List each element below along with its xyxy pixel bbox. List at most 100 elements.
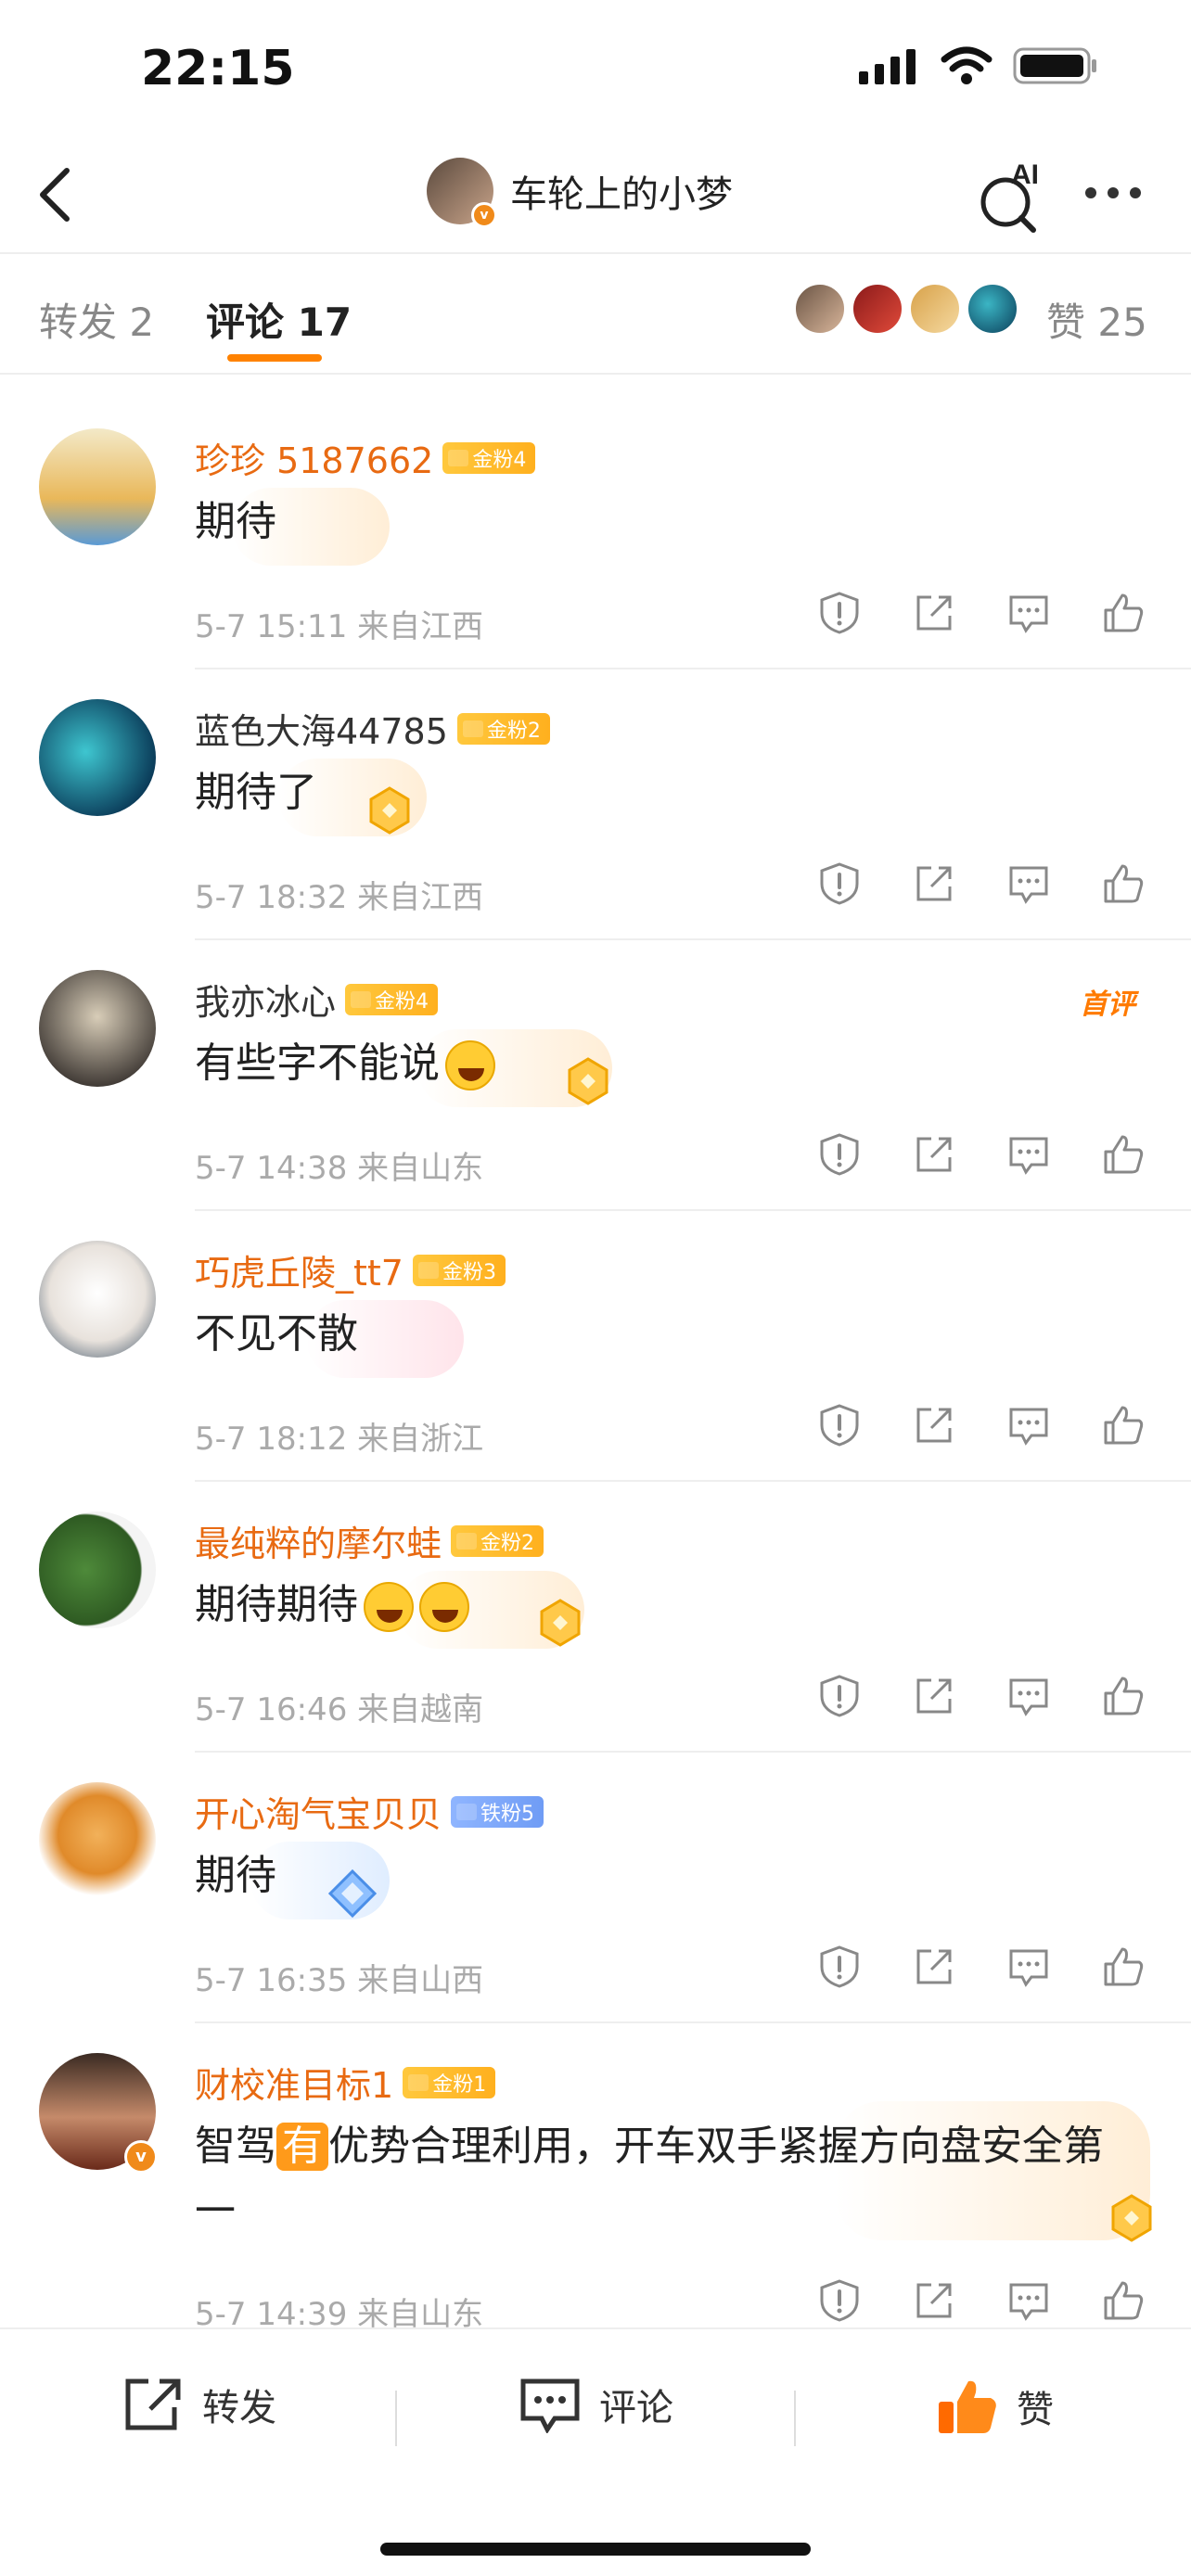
liker-avatar — [966, 282, 1019, 336]
comment-meta: 5-7 18:32 来自江西 — [195, 879, 484, 916]
crown-icon — [448, 449, 469, 466]
verified-badge-icon: v — [124, 2140, 158, 2174]
commenter-avatar[interactable] — [39, 1782, 156, 1899]
tab-likes[interactable]: 赞 25 — [1046, 291, 1147, 348]
share-icon[interactable] — [911, 1673, 957, 1719]
commenter-name[interactable]: 财校准目标1 — [195, 2057, 393, 2108]
share-icon[interactable] — [911, 2277, 957, 2324]
fan-badge[interactable]: 金粉1 — [403, 2066, 496, 2098]
comment-item: 最纯粹的摩尔蛙 金粉2 期待期待 5-7 16:46 来自越南 — [0, 1482, 1191, 1753]
share-icon[interactable] — [911, 1131, 957, 1178]
author-name[interactable]: 车轮上的小梦 — [510, 164, 733, 218]
reply-icon[interactable] — [1005, 590, 1052, 636]
reply-icon[interactable] — [1005, 1673, 1052, 1719]
author-avatar[interactable]: v — [427, 158, 497, 228]
comment-item: 开心淘气宝贝贝 铁粉5 期待 5-7 16:35 来自山西 — [0, 1753, 1191, 2023]
liked-thumb-icon — [939, 2380, 996, 2433]
like-icon[interactable] — [1100, 861, 1146, 907]
report-icon[interactable] — [816, 2277, 863, 2324]
first-comment-tag: 首评 — [1080, 988, 1135, 1021]
share-icon[interactable] — [911, 590, 957, 636]
commenter-avatar[interactable] — [39, 970, 156, 1087]
tab-comment[interactable]: 评论 17 — [206, 291, 352, 348]
ai-label: AI — [1011, 159, 1039, 190]
commenter-name[interactable]: 巧虎丘陵_tt7 — [195, 1244, 403, 1295]
like-icon[interactable] — [1100, 1673, 1146, 1719]
commenter-name-row: 我亦冰心 金粉4 — [195, 974, 439, 1025]
commenter-name[interactable]: 开心淘气宝贝贝 — [195, 1786, 442, 1837]
like-icon[interactable] — [1100, 2277, 1146, 2324]
comment-item: v 财校准目标1 金粉1 智驾有优势合理利用，开车双手紧握方向盘安全第一 5-7… — [0, 2023, 1191, 2339]
tab-repost[interactable]: 转发 2 — [39, 291, 154, 348]
reply-icon[interactable] — [1005, 1944, 1052, 1990]
like-icon[interactable] — [1100, 590, 1146, 636]
comment-button[interactable]: 评论 — [518, 2376, 673, 2433]
comment-text: 期待期待 — [195, 1573, 1132, 1638]
divider — [794, 2391, 796, 2446]
reply-icon[interactable] — [1005, 861, 1052, 907]
share-icon[interactable] — [911, 861, 957, 907]
crown-icon — [351, 990, 372, 1008]
fan-badge[interactable]: 铁粉5 — [451, 1795, 544, 1828]
share-icon[interactable] — [911, 1402, 957, 1448]
report-icon[interactable] — [816, 1673, 863, 1719]
back-arrow-icon[interactable] — [28, 158, 83, 232]
comment-text: 期待 — [195, 498, 276, 545]
report-icon[interactable] — [816, 590, 863, 636]
tab-bar: 转发 2 评论 17 赞 25 — [0, 254, 1191, 375]
like-icon[interactable] — [1100, 1944, 1146, 1990]
liker-avatar — [851, 282, 904, 336]
like-icon[interactable] — [1100, 1402, 1146, 1448]
commenter-avatar[interactable] — [39, 428, 156, 545]
fan-badge[interactable]: 金粉4 — [442, 441, 536, 474]
report-icon[interactable] — [816, 1402, 863, 1448]
commenter-avatar[interactable] — [39, 699, 156, 816]
signal-icon — [859, 49, 916, 84]
commenter-avatar[interactable] — [39, 1511, 156, 1628]
reply-icon[interactable] — [1005, 1131, 1052, 1178]
post-author[interactable]: v 车轮上的小梦 — [427, 158, 733, 228]
report-icon[interactable] — [816, 861, 863, 907]
status-icons — [859, 46, 1098, 85]
highlight-tag: 有 — [276, 2123, 328, 2171]
commenter-name[interactable]: 我亦冰心 — [195, 974, 336, 1025]
like-button[interactable]: 赞 — [935, 2376, 1054, 2437]
report-icon[interactable] — [816, 1131, 863, 1178]
ai-search-icon[interactable]: AI — [976, 156, 1050, 236]
reply-icon[interactable] — [1005, 2277, 1052, 2324]
report-icon[interactable] — [816, 1944, 863, 1990]
grin-emoji-icon — [419, 1582, 469, 1632]
comment-meta: 5-7 16:46 来自越南 — [195, 1691, 484, 1728]
more-options-icon[interactable] — [1085, 187, 1141, 198]
comment-actions — [816, 1131, 1146, 1178]
fan-badge[interactable]: 金粉3 — [412, 1254, 506, 1286]
fan-badge[interactable]: 金粉4 — [345, 983, 439, 1015]
fan-badge[interactable]: 金粉2 — [456, 712, 550, 745]
commenter-name[interactable]: 蓝色大海44785 — [195, 703, 448, 754]
reply-icon[interactable] — [1005, 1402, 1052, 1448]
comment-actions — [816, 1673, 1146, 1719]
active-tab-indicator — [227, 354, 322, 362]
liker-avatar — [908, 282, 962, 336]
home-indicator[interactable] — [380, 2543, 811, 2556]
commenter-name-row: 蓝色大海44785 金粉2 — [195, 703, 550, 754]
share-icon[interactable] — [911, 1944, 957, 1990]
status-time: 22:15 — [141, 41, 295, 96]
comment-actions — [816, 590, 1146, 636]
comment-text: 期待 — [195, 1852, 276, 1899]
commenter-name[interactable]: 最纯粹的摩尔蛙 — [195, 1515, 442, 1566]
status-bar: 22:15 — [0, 0, 1191, 139]
bottom-action-bar: 转发 评论 赞 — [0, 2327, 1191, 2576]
fan-badge[interactable]: 金粉2 — [451, 1524, 544, 1557]
comment-meta: 5-7 15:11 来自江西 — [195, 608, 484, 645]
comment-meta: 5-7 16:35 来自山西 — [195, 1962, 484, 1999]
crown-icon — [417, 1261, 439, 1279]
commenter-avatar[interactable] — [39, 1241, 156, 1358]
commenter-name[interactable]: 珍珍 5187662 — [195, 432, 433, 483]
liker-avatar — [793, 282, 847, 336]
repost-button[interactable]: 转发 — [121, 2376, 276, 2433]
comment-actions — [816, 1944, 1146, 1990]
like-icon[interactable] — [1100, 1131, 1146, 1178]
liker-avatars[interactable] — [793, 282, 1019, 336]
laugh-cry-emoji-icon — [445, 1040, 495, 1090]
